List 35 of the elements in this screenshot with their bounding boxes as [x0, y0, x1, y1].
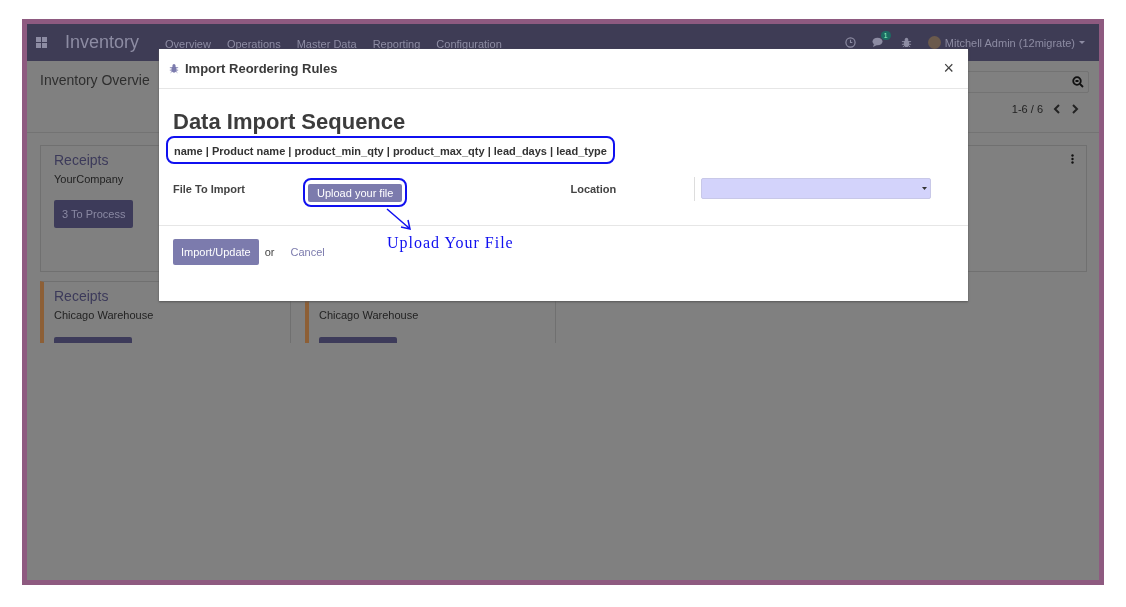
- field-label: File To Import: [173, 182, 246, 195]
- or-text: or: [264, 246, 275, 258]
- section-heading: Data Import Sequence: [173, 109, 407, 135]
- caret-icon: [922, 187, 928, 190]
- dialog-title: Import Reordering Rules: [185, 61, 338, 76]
- close-button[interactable]: ×: [939, 58, 958, 79]
- bug-icon[interactable]: [900, 37, 912, 48]
- pager-count: 1-6 / 6: [1011, 103, 1043, 115]
- bug-icon: [169, 63, 179, 74]
- menu-item[interactable]: Operations: [226, 37, 281, 50]
- user-menu[interactable]: Mitchell Admin (12migrate): [944, 36, 1075, 49]
- chevron-left-icon[interactable]: [1053, 104, 1061, 114]
- caret-icon[interactable]: [1079, 40, 1085, 45]
- menu-item[interactable]: Reporting: [372, 37, 421, 50]
- kebab-menu-icon[interactable]: [1071, 154, 1074, 164]
- menu-item[interactable]: Master Data: [296, 37, 357, 50]
- import-fields-text: name | Product name | product_min_qty | product_max_qty | lead_days | lead_type: [174, 145, 607, 157]
- chevron-right-icon[interactable]: [1071, 104, 1079, 114]
- clock-icon[interactable]: [844, 37, 856, 48]
- card-subtitle: YourCompany: [54, 173, 125, 185]
- import-update-button[interactable]: Import/Update: [173, 239, 259, 265]
- cancel-link[interactable]: Cancel: [290, 246, 325, 258]
- page-title: Inventory Overvie: [40, 72, 150, 88]
- card-subtitle: Chicago Warehouse: [319, 309, 420, 321]
- to-process-button[interactable]: 3 To Process: [54, 200, 134, 228]
- field-label: Location: [570, 182, 618, 195]
- menu-item[interactable]: Overview: [165, 37, 211, 50]
- chat-icon[interactable]: [871, 37, 885, 48]
- app-name[interactable]: Inventory: [65, 32, 140, 53]
- annotation-text: Upload Your File: [385, 234, 516, 252]
- search-icon[interactable]: [1072, 76, 1084, 88]
- upload-button[interactable]: Upload your file: [308, 184, 403, 202]
- menu-item[interactable]: Configuration: [436, 37, 502, 50]
- apps-grid-icon[interactable]: [36, 37, 47, 48]
- card-subtitle: Chicago Warehouse: [54, 309, 155, 321]
